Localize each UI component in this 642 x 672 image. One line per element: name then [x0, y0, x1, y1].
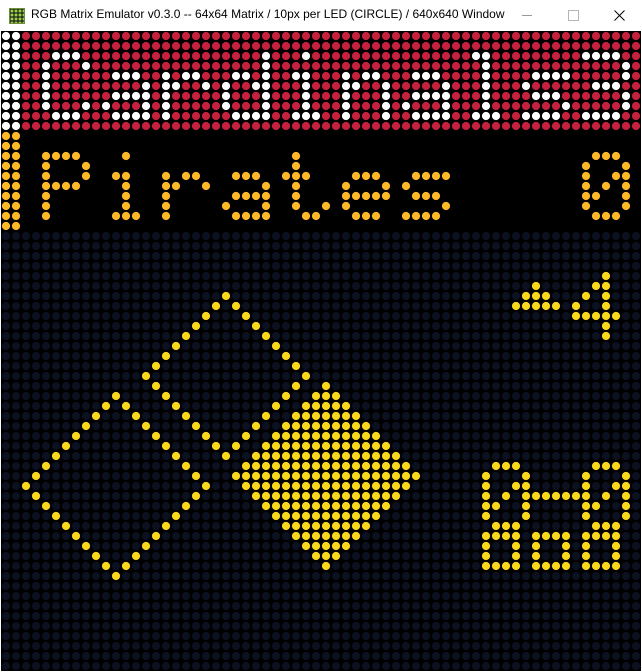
close-icon	[613, 10, 625, 21]
maximize-button[interactable]	[550, 0, 596, 31]
title-bar[interactable]: RGB Matrix Emulator v0.3.0 -- 64x64 Matr…	[0, 0, 642, 31]
minimize-button[interactable]	[504, 0, 550, 31]
emulator-window: RGB Matrix Emulator v0.3.0 -- 64x64 Matr…	[0, 0, 642, 672]
close-button[interactable]	[596, 0, 642, 31]
minimize-icon	[522, 15, 532, 16]
led-matrix	[1, 31, 641, 671]
led-matrix-display	[1, 31, 641, 671]
maximize-icon	[567, 10, 579, 21]
window-title: RGB Matrix Emulator v0.3.0 -- 64x64 Matr…	[31, 7, 505, 21]
led-matrix-icon	[9, 8, 25, 24]
